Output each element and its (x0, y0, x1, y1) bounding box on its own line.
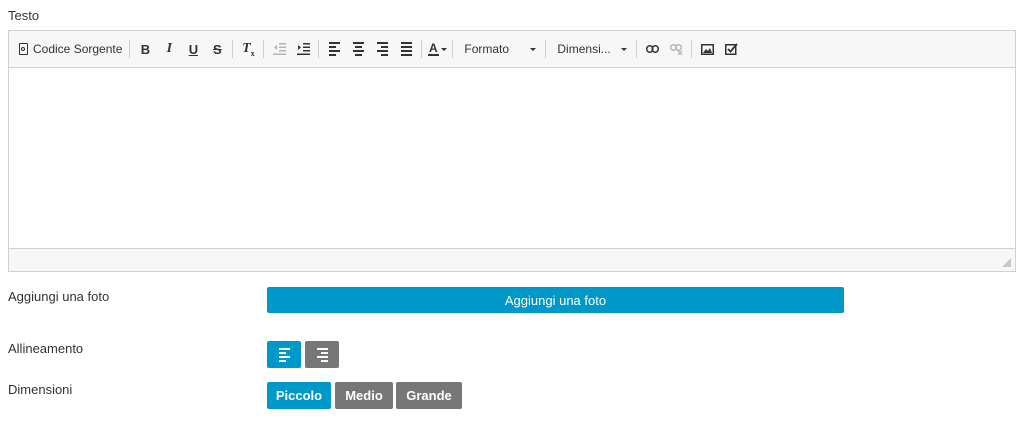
align-left-icon (278, 347, 290, 362)
bold-button[interactable]: B (133, 37, 157, 61)
align-right-icon (316, 347, 328, 362)
source-code-label: Codice Sorgente (33, 42, 123, 56)
bold-icon: B (140, 41, 151, 57)
rich-text-editor: Codice Sorgente B I U S Tx A Formato Dim… (8, 30, 1016, 272)
remove-link-button[interactable] (664, 37, 688, 61)
text-field-label: Testo (8, 8, 40, 23)
align-justify-button[interactable] (394, 37, 418, 61)
toolbar-separator (129, 40, 131, 58)
clear-formatting-button[interactable]: Tx (236, 37, 260, 61)
chevron-down-icon (530, 47, 537, 51)
align-left-icon (328, 42, 340, 56)
font-size-dropdown-label: Dimensi... (557, 42, 611, 56)
toolbar-separator (452, 40, 454, 58)
text-color-button[interactable]: A (425, 37, 449, 61)
text-color-icon: A (428, 40, 439, 56)
outdent-icon (272, 43, 286, 55)
italic-button[interactable]: I (157, 37, 181, 61)
image-icon (700, 43, 714, 55)
align-center-icon (352, 42, 364, 56)
editor-statusbar (9, 248, 1015, 271)
insert-link-button[interactable] (640, 37, 664, 61)
clear-formatting-sub: x (250, 48, 255, 58)
align-left-button[interactable] (322, 37, 346, 61)
align-right-option-button[interactable] (305, 341, 339, 368)
insert-image-button[interactable] (695, 37, 719, 61)
dimensions-label: Dimensioni (8, 382, 73, 397)
align-justify-icon (400, 42, 412, 56)
indent-icon (296, 43, 310, 55)
outdent-button[interactable] (267, 37, 291, 61)
size-large-button[interactable]: Grande (396, 382, 462, 409)
link-icon (645, 45, 659, 53)
chevron-down-icon (440, 47, 447, 51)
strikethrough-icon: S (213, 41, 222, 57)
resize-handle-icon[interactable] (1002, 258, 1011, 267)
align-center-button[interactable] (346, 37, 370, 61)
insert-checkbox-button[interactable] (719, 37, 743, 61)
editor-toolbar: Codice Sorgente B I U S Tx A Formato Dim… (9, 31, 1015, 68)
font-size-dropdown[interactable]: Dimensi... (549, 37, 633, 61)
add-photo-label: Aggiungi una foto (8, 289, 110, 304)
clear-formatting-glyph: T (242, 40, 251, 56)
chevron-down-icon (621, 47, 628, 51)
add-photo-button[interactable]: Aggiungi una foto (267, 287, 844, 313)
format-dropdown-label: Formato (464, 42, 510, 56)
toolbar-separator (263, 40, 265, 58)
toolbar-separator (636, 40, 638, 58)
toolbar-separator (545, 40, 547, 58)
alignment-label: Allineamento (8, 341, 84, 356)
clear-formatting-icon: Tx (242, 41, 255, 58)
editor-content-area[interactable] (9, 68, 1015, 248)
source-code-button[interactable]: Codice Sorgente (15, 37, 126, 61)
toolbar-separator (232, 40, 234, 58)
edit-checkbox-icon (724, 43, 738, 55)
size-medium-button[interactable]: Medio (335, 382, 393, 409)
source-code-icon (19, 43, 28, 55)
format-dropdown[interactable]: Formato (456, 37, 542, 61)
italic-icon: I (166, 41, 173, 56)
align-left-option-button[interactable] (267, 341, 301, 368)
underline-button[interactable]: U (181, 37, 205, 61)
size-small-button[interactable]: Piccolo (267, 382, 331, 409)
toolbar-separator (691, 40, 693, 58)
indent-button[interactable] (291, 37, 315, 61)
toolbar-separator (318, 40, 320, 58)
strikethrough-button[interactable]: S (205, 37, 229, 61)
unlink-icon (669, 43, 683, 55)
align-right-icon (376, 42, 388, 56)
align-right-button[interactable] (370, 37, 394, 61)
underline-icon: U (188, 41, 199, 57)
toolbar-separator (421, 40, 423, 58)
